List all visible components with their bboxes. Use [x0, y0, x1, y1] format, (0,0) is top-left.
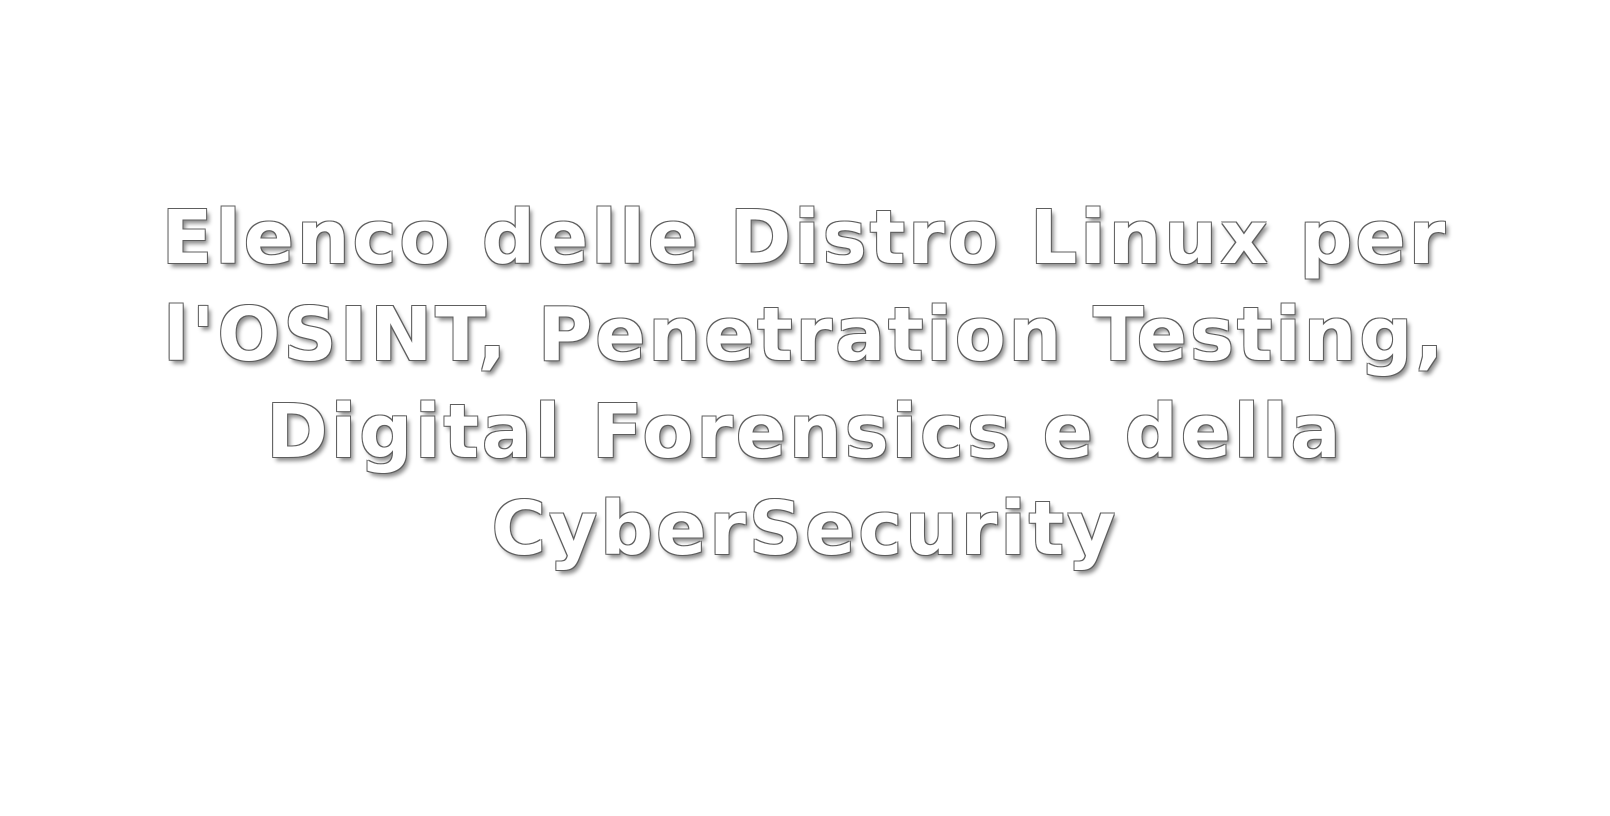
title-line-2: l'OSINT, Penetration Testing, — [163, 292, 1447, 378]
title-line-4: CyberSecurity — [491, 486, 1119, 572]
title-card: Elenco delle Distro Linux per l'OSINT, P… — [0, 0, 1610, 816]
title-line-3: Digital Forensics e della — [266, 389, 1344, 475]
title-line-1: Elenco delle Distro Linux per — [161, 195, 1449, 281]
page-title: Elenco delle Distro Linux per l'OSINT, P… — [105, 190, 1505, 578]
